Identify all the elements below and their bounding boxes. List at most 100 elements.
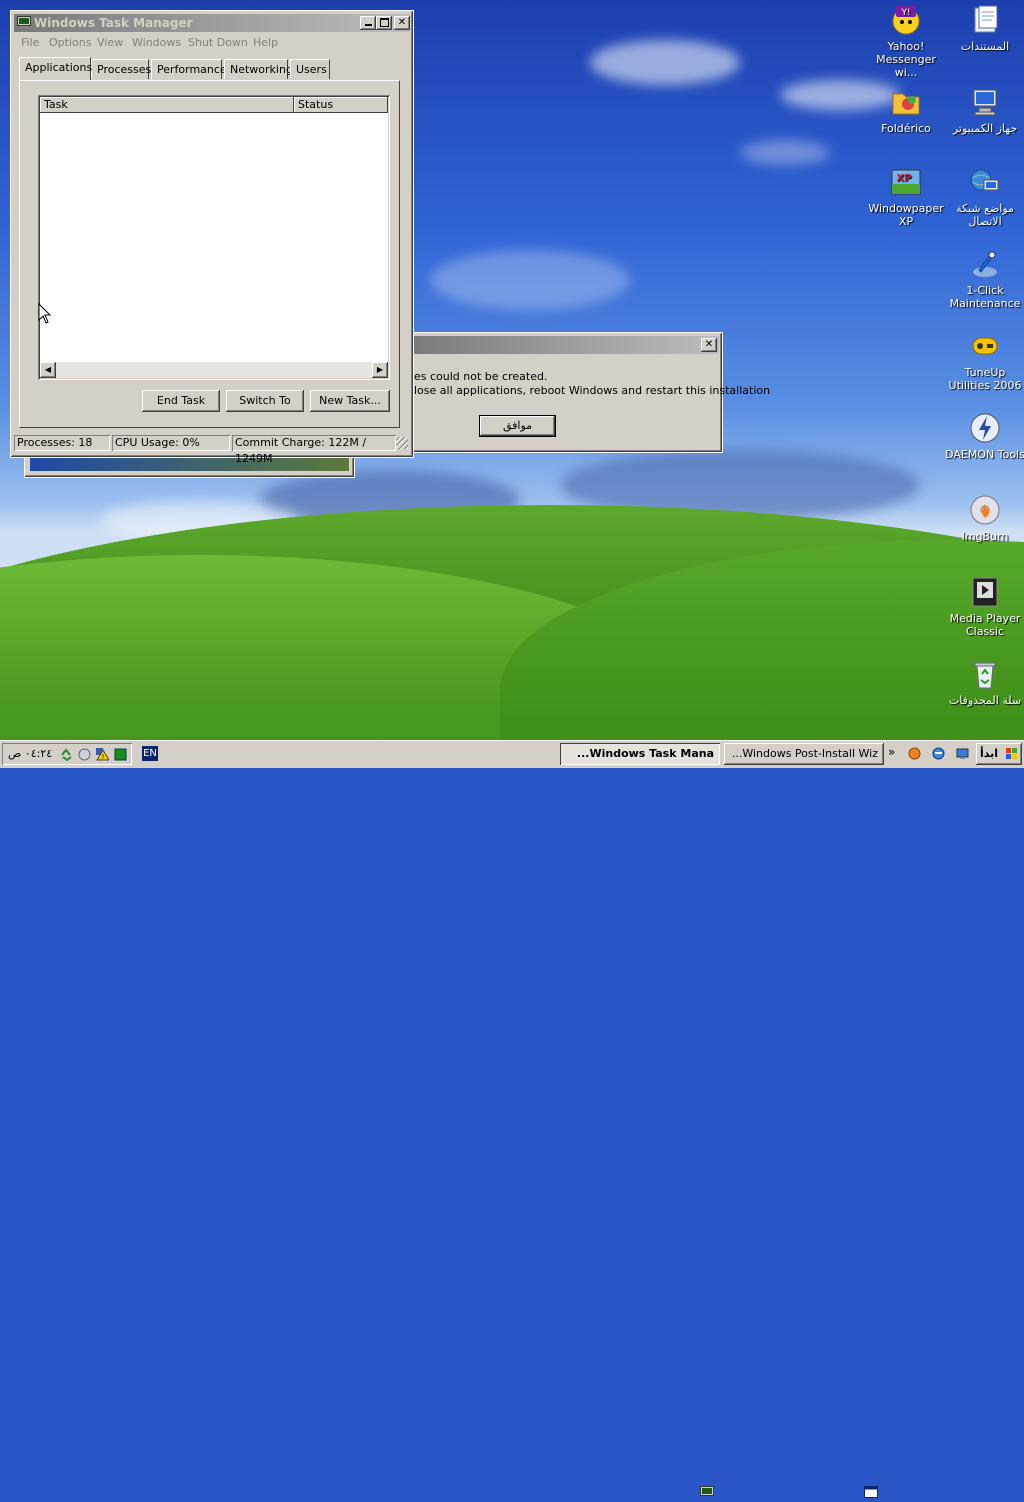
task-manager-window[interactable]: Windows Task Manager ✕ File Options View…	[10, 10, 414, 465]
imgburn-icon	[969, 494, 1001, 526]
menu-view[interactable]: View	[97, 36, 123, 49]
desktop-icon-windowpaper[interactable]: XP Windowpaper XP	[864, 166, 948, 228]
tray-warning-icon[interactable]: !	[96, 748, 110, 761]
error-dialog[interactable]: ✕ es could not be created. lose all appl…	[404, 332, 770, 453]
taskbar-task-manager-button[interactable]: Windows Task Mana...	[560, 743, 720, 765]
desktop-icon-label: جهاز الكمبيوتر	[952, 122, 1018, 135]
error-dialog-close-button[interactable]: ✕	[701, 338, 717, 352]
taskbar-task-manager-icon	[700, 1486, 714, 1499]
close-button[interactable]: ✕	[394, 16, 410, 30]
taskbar-post-install-icon	[864, 1486, 878, 1499]
scroll-left-button[interactable]: ◀	[40, 362, 56, 378]
clock[interactable]: ٠٤:٢٤ ص	[8, 747, 52, 760]
quick-launch-desktop-icon[interactable]	[956, 747, 969, 760]
my-computer-icon	[969, 86, 1001, 118]
task-manager-app-icon	[17, 16, 31, 29]
cloud	[740, 140, 830, 165]
maximize-button[interactable]	[376, 16, 392, 30]
yahoo-messenger-icon: Y!	[890, 4, 922, 36]
status-processes: Processes: 18	[14, 435, 110, 451]
new-task-button[interactable]: New Task...	[310, 390, 390, 412]
cloud	[430, 250, 630, 310]
svg-text:XP: XP	[896, 173, 911, 184]
tab-processes[interactable]: Processes	[91, 59, 151, 79]
menu-help[interactable]: Help	[253, 36, 278, 49]
desktop-icon-label: ImgBurn	[961, 530, 1009, 543]
desktop-icon-recycle-bin[interactable]: سلة المحذوفات	[943, 658, 1024, 707]
desktop-icon-label: TuneUp Utilities 2006	[948, 366, 1022, 392]
task-manager-titlebar[interactable]: Windows Task Manager	[14, 14, 410, 32]
taskbar-task-label: Windows Task Mana...	[576, 747, 714, 760]
menu-bar: File Options View Windows Shut Down Help	[11, 36, 413, 52]
cloud	[590, 40, 740, 85]
desktop-icon-label: Media Player Classic	[949, 612, 1021, 638]
desktop-icon-tuneup[interactable]: TuneUp Utilities 2006	[943, 330, 1024, 392]
desktop-icon-label: مواضع شبكة الاتصال	[956, 202, 1014, 228]
svg-text:Y!: Y!	[900, 8, 910, 18]
tab-performance[interactable]: Performance	[151, 59, 227, 79]
taskbar-task-label: Windows Post-Install Wiz...	[731, 747, 878, 760]
desktop-icon-media-player-classic[interactable]: Media Player Classic	[943, 576, 1024, 638]
recycle-bin-icon	[969, 658, 1001, 690]
quick-launch-chevron[interactable]: »	[888, 745, 895, 759]
windows-logo-icon	[1005, 747, 1019, 761]
desktop-icon-daemon-tools[interactable]: DAEMON Tools	[943, 412, 1024, 461]
start-button[interactable]: ابدأ	[976, 743, 1022, 765]
folderico-icon	[890, 86, 922, 118]
minimize-button[interactable]	[360, 16, 376, 30]
desktop-icon-label: 1-Click Maintenance	[949, 284, 1021, 310]
tuneup-icon	[969, 330, 1001, 362]
resize-grip-icon[interactable]	[396, 437, 408, 449]
mouse-cursor-icon	[38, 302, 52, 325]
menu-file[interactable]: File	[21, 36, 39, 49]
ok-button[interactable]: موافق	[479, 415, 556, 437]
desktop-icon-label: Windowpaper XP	[868, 202, 944, 228]
desktop-icon-my-computer[interactable]: جهاز الكمبيوتر	[943, 86, 1024, 135]
end-task-button[interactable]: End Task	[142, 390, 220, 412]
network-places-icon	[969, 166, 1001, 198]
tab-applications[interactable]: Applications	[19, 57, 92, 80]
column-header-status[interactable]: Status	[294, 97, 388, 113]
taskbar-post-install-button[interactable]: Windows Post-Install Wiz...	[724, 743, 884, 765]
daemon-tools-icon	[969, 412, 1001, 444]
switch-to-button[interactable]: Switch To	[226, 390, 304, 412]
tray-recycle-icon[interactable]	[60, 748, 73, 762]
tab-networking[interactable]: Networking	[224, 59, 293, 79]
start-label: ابدأ	[980, 747, 999, 760]
menu-options[interactable]: Options	[49, 36, 91, 49]
desktop-icon-label: Foldérico	[881, 122, 931, 135]
horizontal-scrollbar[interactable]: ◀ ▶	[40, 362, 388, 378]
system-tray: ٠٤:٢٤ ص !	[2, 743, 132, 765]
menu-windows[interactable]: Windows	[132, 36, 181, 49]
desktop-icon-network-places[interactable]: مواضع شبكة الاتصال	[943, 166, 1024, 228]
tab-users[interactable]: Users	[290, 59, 330, 79]
quick-launch-media-icon[interactable]	[908, 747, 921, 760]
svg-text:!: !	[102, 753, 105, 761]
windowpaper-icon: XP	[890, 166, 922, 198]
task-list[interactable]: Task Status ◀ ▶	[38, 95, 390, 380]
tray-messenger-icon[interactable]	[78, 748, 91, 761]
menu-shut-down[interactable]: Shut Down	[188, 36, 248, 49]
desktop-icon-label: سلة المحذوفات	[948, 694, 1022, 707]
documents-icon	[969, 4, 1001, 36]
column-header-task[interactable]: Task	[40, 97, 294, 113]
desktop-icon-label: Yahoo! Messenger wi...	[876, 40, 936, 79]
tray-green-square-icon[interactable]	[114, 748, 127, 761]
applications-page: Task Status ◀ ▶ End Task Switch To New T…	[19, 80, 400, 428]
language-indicator[interactable]: EN	[142, 746, 158, 761]
quick-launch-ie-icon[interactable]	[932, 747, 945, 760]
taskbar: ٠٤:٢٤ ص ! EN Windows Task Mana... Window…	[0, 740, 1024, 1498]
desktop-icon-documents[interactable]: المستندات	[943, 4, 1024, 53]
status-cpu-usage: CPU Usage: 0%	[112, 435, 230, 451]
task-manager-title: Windows Task Manager	[34, 16, 193, 30]
desktop-icon-folderico[interactable]: Foldérico	[864, 86, 948, 135]
desktop-icon-yahoo-messenger[interactable]: Y! Yahoo! Messenger wi...	[864, 4, 948, 79]
status-commit-charge: Commit Charge: 122M / 1249M	[232, 435, 396, 465]
desktop-icon-1-click-maintenance[interactable]: 1-Click Maintenance	[943, 248, 1024, 310]
desktop-icon-label: المستندات	[960, 40, 1010, 53]
error-message-line2: lose all applications, reboot Windows an…	[414, 384, 771, 397]
scroll-right-button[interactable]: ▶	[372, 362, 388, 378]
desktop-icon-label: DAEMON Tools	[945, 448, 1024, 461]
error-dialog-titlebar[interactable]	[408, 336, 719, 354]
desktop-icon-imgburn[interactable]: ImgBurn	[943, 494, 1024, 543]
